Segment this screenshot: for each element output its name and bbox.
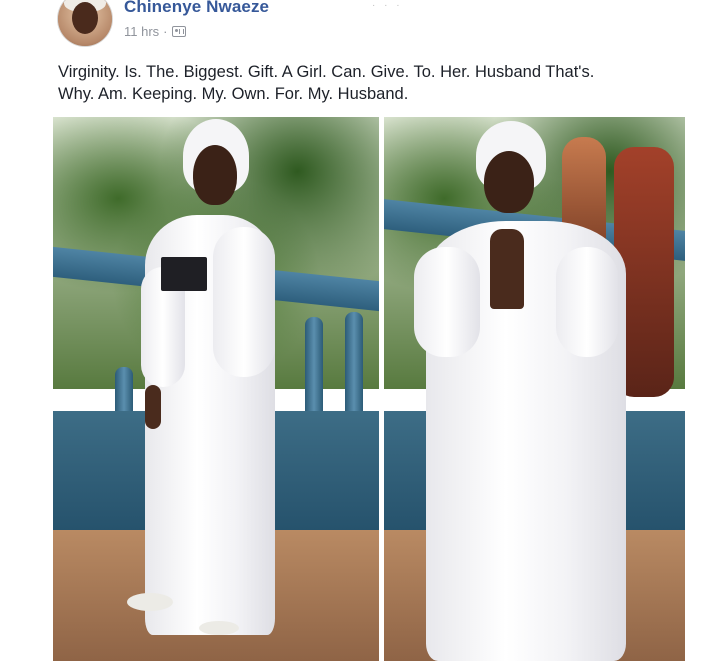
post-timestamp[interactable]: 11 hrs: [124, 24, 159, 39]
right-sleeve: [556, 247, 618, 357]
sandal: [127, 593, 173, 611]
author-avatar[interactable]: [58, 0, 112, 46]
post-meta: 11 hrs ·: [124, 24, 186, 39]
meta-separator: ·: [163, 24, 168, 39]
friends-audience-icon[interactable]: [171, 26, 186, 37]
author-name-link[interactable]: Chinenye Nwaeze: [124, 0, 269, 17]
post-photo-right[interactable]: [384, 117, 685, 661]
right-sleeve: [213, 227, 275, 377]
dots-icon[interactable]: · · ·: [372, 0, 403, 11]
post-text-line: Why. Am. Keeping. My. Own. For. My. Husb…: [58, 85, 409, 103]
sandal: [199, 621, 239, 635]
book-in-hand: [161, 257, 207, 291]
left-sleeve: [414, 247, 480, 357]
post-photo-left[interactable]: [53, 117, 379, 661]
hand: [145, 385, 161, 429]
woman-figure: [53, 117, 379, 661]
post-text: Virginity. Is. The. Biggest. Gift. A Gir…: [58, 61, 658, 105]
woman-figure: [384, 117, 685, 661]
face: [484, 151, 534, 213]
avatar-face: [72, 2, 98, 34]
face: [193, 145, 237, 205]
post-text-line: Virginity. Is. The. Biggest. Gift. A Gir…: [58, 63, 595, 81]
praying-hands: [490, 229, 524, 309]
